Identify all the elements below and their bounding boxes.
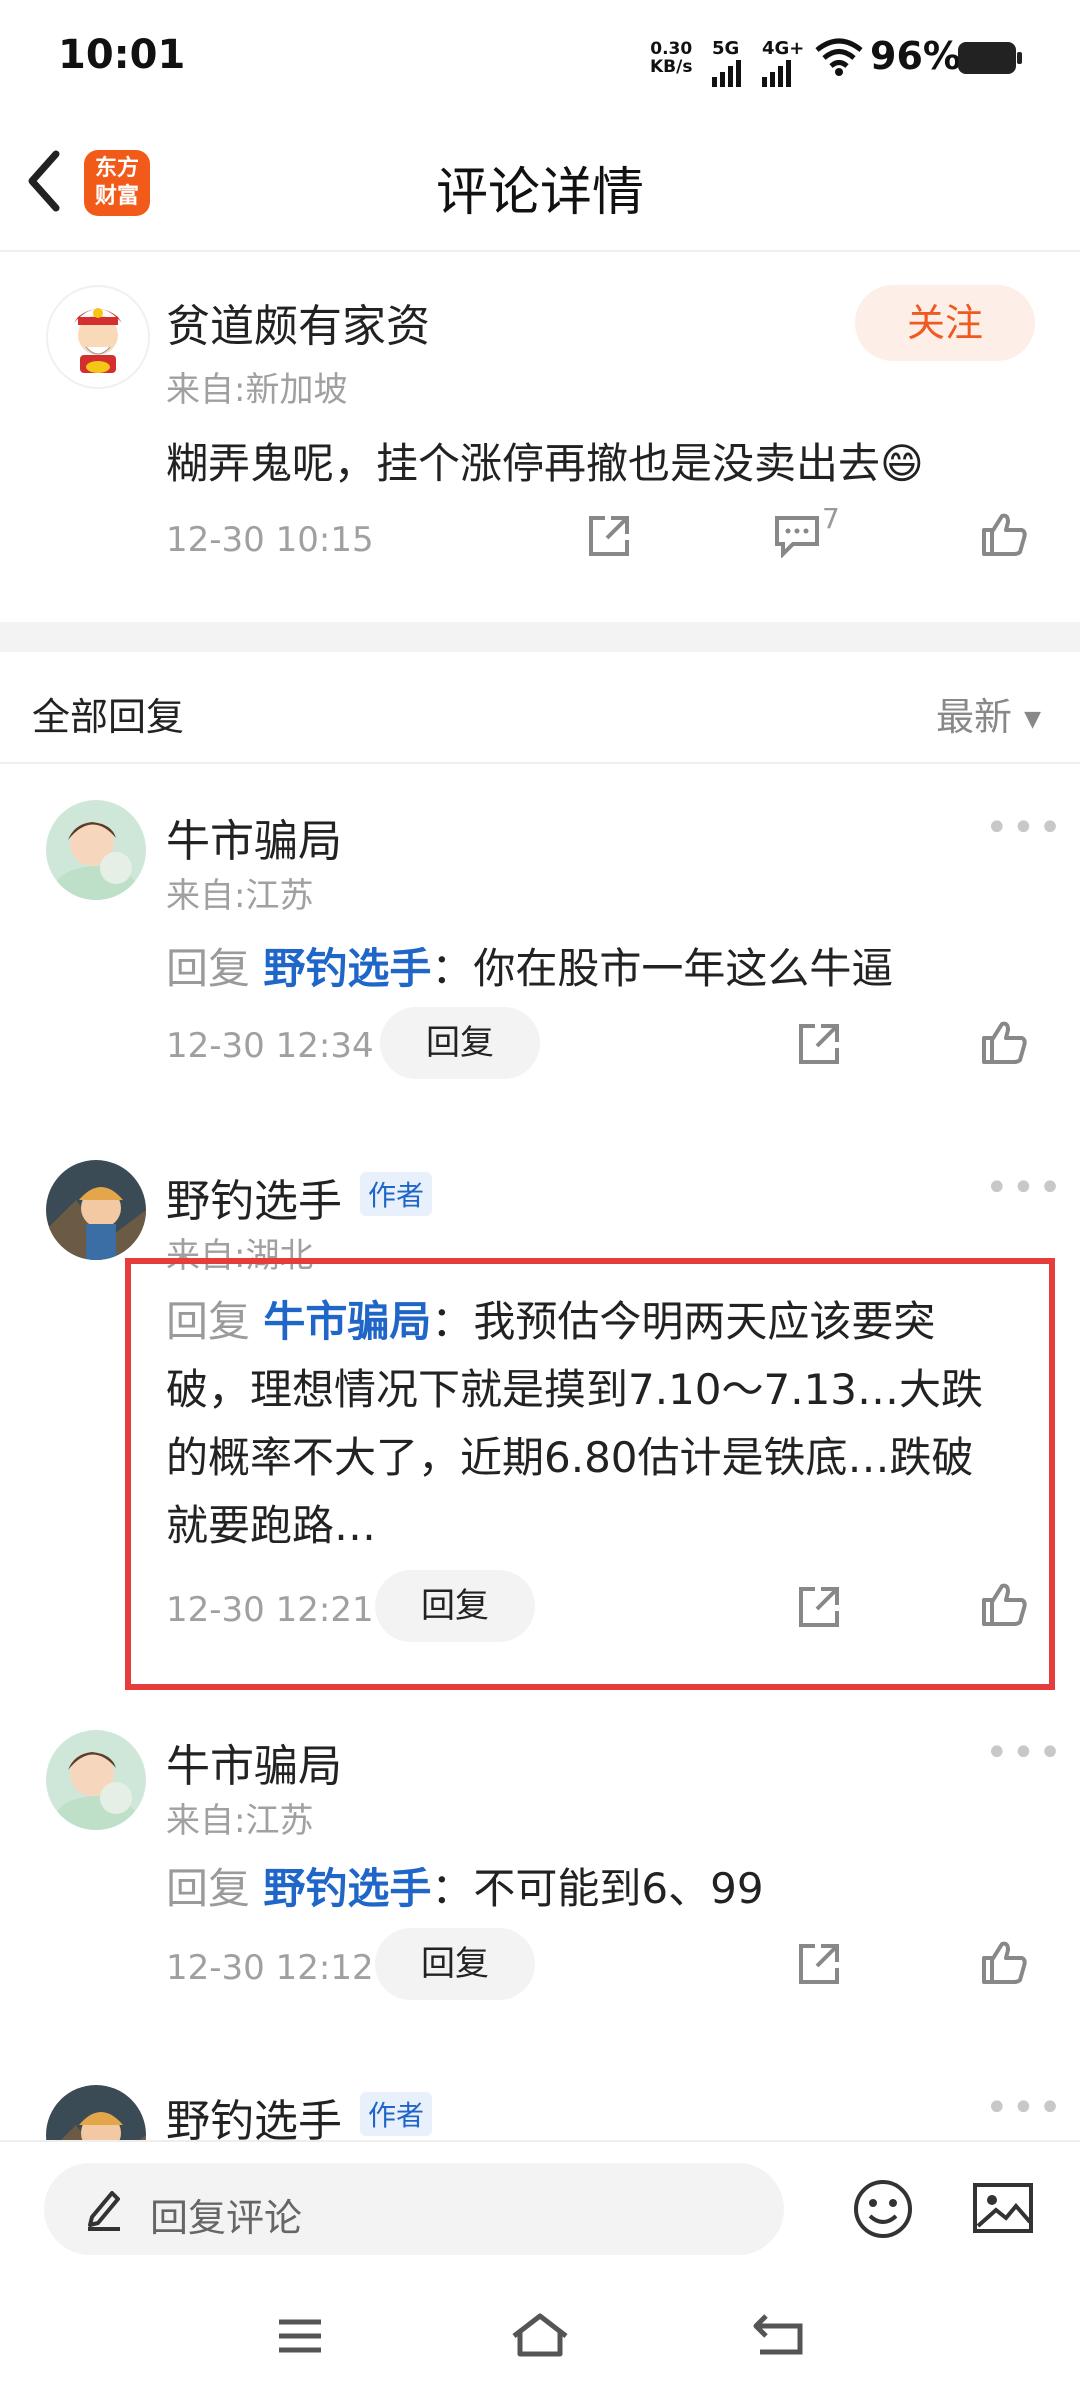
author-badge: 作者: [360, 1172, 433, 1216]
like-icon[interactable]: [980, 1580, 1028, 1628]
comment-author[interactable]: 贫道颇有家资: [166, 290, 430, 354]
all-replies-title: 全部回复: [32, 695, 185, 739]
more-options-icon[interactable]: •••: [985, 2085, 1065, 2131]
share-icon[interactable]: [795, 1583, 843, 1631]
comment-time: 12-30 10:15: [166, 520, 374, 560]
avatar[interactable]: [46, 800, 146, 900]
avatar[interactable]: [46, 285, 150, 389]
net-speed: 0.30 KB/s: [650, 39, 693, 77]
dropdown-arrow-icon: ▼: [1024, 707, 1042, 732]
reply-content: 回复 牛市骗局：我预估今明两天应该要突 破，理想情况下就是摸到7.10～7.13…: [166, 1288, 1036, 1560]
comment-location: 来自:新加坡: [166, 370, 348, 410]
reply-content: 回复 野钓选手：不可能到6、99: [166, 1864, 764, 1913]
like-icon[interactable]: [980, 510, 1028, 558]
reply-time: 12-30 12:21: [166, 1590, 374, 1630]
wifi-icon: [815, 38, 863, 76]
reply-location: 来自:江苏: [166, 1801, 314, 1841]
reply-input-placeholder: 回复评论: [150, 2196, 303, 2240]
page-title: 评论详情: [435, 163, 644, 223]
author-badge: 作者: [360, 2092, 433, 2136]
avatar[interactable]: [46, 1160, 146, 1260]
reply-time: 12-30 12:12: [166, 1948, 374, 1988]
home-icon[interactable]: [508, 2310, 572, 2360]
share-icon[interactable]: [795, 1940, 843, 1988]
menu-icon[interactable]: [275, 2316, 325, 2356]
more-options-icon[interactable]: •••: [985, 1165, 1065, 1211]
status-time: 10:01: [58, 32, 186, 78]
mention-link[interactable]: 野钓选手: [263, 1864, 431, 1913]
status-bar: 10:01 0.30 KB/s 5G 4G+ 96%: [0, 0, 1080, 120]
comment-content: 糊弄鬼呢，挂个涨停再撤也是没卖出去😄: [166, 439, 924, 488]
signal-5g-icon: 5G: [712, 38, 742, 87]
reply-author[interactable]: 牛市骗局: [166, 1730, 342, 1794]
reply-time: 12-30 12:34: [166, 1026, 374, 1066]
comment-icon[interactable]: [773, 512, 821, 558]
share-icon[interactable]: [585, 512, 633, 560]
pencil-icon: [84, 2185, 124, 2231]
signal-4g-icon: 4G+: [762, 38, 804, 87]
mention-link[interactable]: 牛市骗局: [263, 1297, 431, 1346]
reply-author[interactable]: 牛市骗局: [166, 805, 342, 869]
laugh-emoji-icon: 😄: [880, 439, 924, 488]
reply-author[interactable]: 野钓选手: [166, 1165, 342, 1229]
reply-button[interactable]: 回复: [375, 1570, 535, 1642]
emoji-icon[interactable]: [852, 2178, 914, 2240]
battery-icon: [958, 42, 1022, 74]
more-options-icon[interactable]: •••: [985, 1730, 1065, 1776]
avatar[interactable]: [46, 1730, 146, 1830]
section-divider: [0, 622, 1080, 652]
like-icon[interactable]: [980, 1018, 1028, 1066]
mention-link[interactable]: 野钓选手: [263, 944, 431, 993]
battery-percent: 96%: [870, 34, 961, 78]
share-icon[interactable]: [795, 1020, 843, 1068]
reply-button[interactable]: 回复: [375, 1928, 535, 2000]
reply-location: 来自:江苏: [166, 876, 314, 916]
more-options-icon[interactable]: •••: [985, 805, 1065, 851]
image-icon[interactable]: [972, 2182, 1034, 2234]
follow-button[interactable]: 关注: [855, 285, 1035, 361]
reply-content: 回复 野钓选手：你在股市一年这么牛逼: [166, 944, 894, 993]
sort-dropdown[interactable]: 最新 ▼: [936, 686, 1041, 741]
like-icon[interactable]: [980, 1938, 1028, 1986]
back-nav-icon[interactable]: [752, 2312, 806, 2358]
comment-count: 7: [822, 502, 840, 535]
reply-button[interactable]: 回复: [380, 1007, 540, 1079]
